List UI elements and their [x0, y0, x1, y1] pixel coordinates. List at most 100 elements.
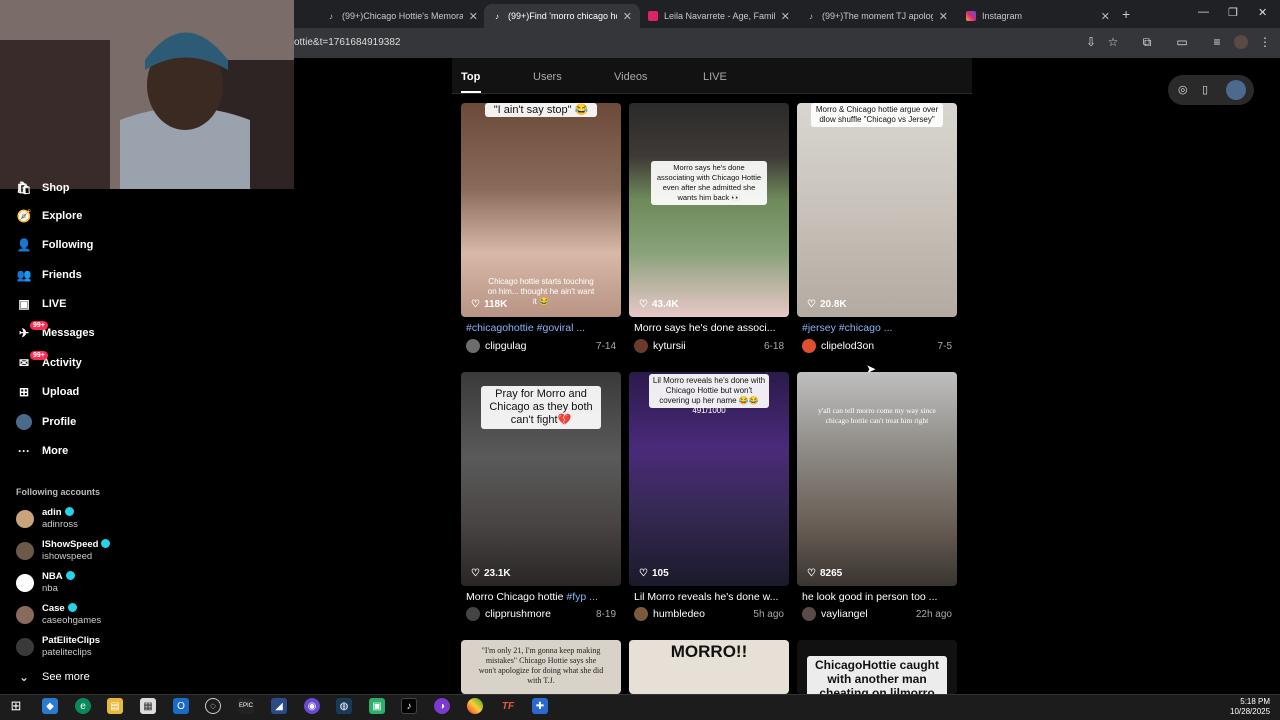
video-title[interactable]: Morro says he's done associ... — [634, 322, 794, 334]
video-meta[interactable]: clipelod3on 7-5 — [797, 338, 957, 354]
browser-tab[interactable]: Leila Navarrete - Age, Family, B✕ — [640, 4, 798, 28]
tab-top[interactable]: Top — [461, 71, 480, 83]
avatar — [802, 607, 816, 621]
browser-tab-active[interactable]: ♪ (99+)Find 'morro chicago hotti ✕ — [484, 4, 640, 28]
browser-tab[interactable]: ♪ (99+)Chicago Hottie's Memora ✕ — [318, 4, 486, 28]
sidebar-item-activity[interactable]: ✉ 99+ Activity — [16, 351, 82, 373]
close-tab-icon[interactable]: ✕ — [469, 10, 478, 23]
system-clock[interactable]: 5:18 PM 10/28/2025 — [1230, 697, 1270, 717]
extensions-icon[interactable]: ⧉ — [1140, 35, 1154, 49]
video-thumbnail[interactable]: Lil Morro reveals he's done with Chicago… — [629, 372, 789, 586]
video-title[interactable]: Lil Morro reveals he's done w... — [634, 591, 794, 603]
like-count: ♡ 43.4K — [639, 299, 679, 310]
globe-avatar-icon[interactable] — [1226, 80, 1246, 100]
following-account[interactable]: PatEliteClips pateliteclips — [16, 633, 100, 661]
app-icon[interactable]: ◢ — [271, 698, 287, 714]
tab-users[interactable]: Users — [533, 71, 562, 83]
video-title[interactable]: #chicagohottie #goviral ... — [466, 322, 626, 334]
video-thumbnail[interactable]: ChicagoHottie caught with another man ch… — [797, 640, 957, 694]
profile-avatar-icon[interactable] — [1234, 35, 1248, 49]
close-tab-icon[interactable]: ✕ — [781, 10, 790, 23]
close-tab-icon[interactable]: ✕ — [623, 10, 632, 23]
video-title[interactable]: he look good in person too ... — [802, 591, 962, 603]
video-meta[interactable]: kytursii 6-18 — [629, 338, 789, 354]
tab-videos[interactable]: Videos — [614, 71, 647, 83]
sidebar-item-messages[interactable]: ✈ 99+ Messages — [16, 321, 95, 343]
close-window-icon[interactable]: ✕ — [1258, 6, 1267, 19]
video-meta[interactable]: humbledeo 5h ago — [629, 606, 789, 622]
video-thumbnail[interactable]: y'all can tell morro come my way since c… — [797, 372, 957, 586]
following-account[interactable]: NBA nba — [16, 569, 75, 597]
install-app-icon[interactable]: ⇩ — [1084, 35, 1098, 49]
copilot-icon[interactable]: ◆ — [42, 698, 58, 714]
bookmark-star-icon[interactable]: ☆ — [1106, 35, 1120, 49]
video-thumbnail[interactable]: Morro says he's done associating with Ch… — [629, 103, 789, 317]
following-account[interactable]: Case caseohgames — [16, 601, 101, 629]
restore-icon[interactable]: ❐ — [1228, 6, 1238, 19]
menu-dots-icon[interactable]: ⋮ — [1258, 35, 1272, 49]
close-tab-icon[interactable]: ✕ — [1101, 10, 1110, 23]
video-title[interactable]: Morro Chicago hottie #fyp ... — [466, 591, 626, 603]
discord-icon[interactable]: ◉ — [304, 698, 320, 714]
following-account[interactable]: IShowSpeed ishowspeed — [16, 537, 111, 565]
instagram-icon — [966, 11, 976, 21]
video-meta[interactable]: clipprushmore 8-19 — [461, 606, 621, 622]
app-icon[interactable]: ✚ — [532, 698, 548, 714]
app-icon[interactable]: ◑ — [434, 698, 450, 714]
minimize-icon[interactable]: — — [1198, 6, 1209, 18]
video-meta[interactable]: vayliangel 22h ago — [797, 606, 957, 622]
compass-icon: 🧭 — [16, 209, 32, 223]
avatar — [16, 542, 34, 560]
sidebar-item-upload[interactable]: ⊞ Upload — [16, 382, 79, 402]
file-explorer-icon[interactable]: ▤ — [107, 698, 123, 714]
activity-icon: ✉ 99+ — [16, 351, 48, 371]
sidebar-item-following[interactable]: 👤 Following — [16, 235, 94, 255]
video-caption: ChicagoHottie caught with another man ch… — [807, 656, 947, 694]
video-thumbnail[interactable]: "I ain't say stop" 😂 Chicago hottie star… — [461, 103, 621, 317]
edge-icon[interactable]: e — [75, 698, 91, 714]
like-count: ♡ 118K — [471, 299, 508, 310]
sidebar-item-explore[interactable]: 🧭 Explore — [16, 206, 83, 226]
avatar — [634, 607, 648, 621]
url-text[interactable]: ottie&t=1761684919382 — [294, 37, 401, 48]
sidebar-item-profile[interactable]: Profile — [16, 412, 76, 432]
video-title[interactable]: #jersey #chicago ... — [802, 322, 962, 334]
video-thumbnail[interactable]: Pray for Morro and Chicago as they both … — [461, 372, 621, 586]
compass-icon[interactable]: ◎ — [1178, 83, 1188, 96]
video-thumbnail[interactable]: Morro & Chicago hottie argue over dlow s… — [797, 103, 957, 317]
app-icon[interactable]: TF — [500, 698, 516, 714]
tiktok-icon[interactable]: ♪ — [401, 698, 417, 714]
following-account[interactable]: adin adinross — [16, 505, 78, 533]
sidebar-item-live[interactable]: ▣ LIVE — [16, 294, 66, 314]
browser-tab[interactable]: Instagram ✕ — [958, 4, 1118, 28]
phone-icon[interactable]: ▯ — [1202, 83, 1208, 96]
media-controls-icon[interactable]: ≡ — [1210, 35, 1224, 49]
video-thumbnail[interactable]: MORRO!! — [629, 640, 789, 694]
windows-start-icon[interactable]: ⊞ — [8, 698, 24, 714]
steam-icon[interactable]: ◍ — [336, 698, 352, 714]
video-meta[interactable]: clipgulag 7-14 — [461, 338, 621, 354]
sidebar-item-more[interactable]: ··· More — [16, 441, 68, 461]
tab-live[interactable]: LIVE — [703, 71, 727, 83]
tiktok-icon: ♪ — [329, 11, 333, 21]
like-count: ♡ 23.1K — [471, 568, 511, 579]
app-icon[interactable]: ◌ — [205, 698, 221, 714]
outlook-icon[interactable]: O — [173, 698, 189, 714]
windows-taskbar — [0, 694, 1280, 720]
app-icon[interactable]: ▣ — [369, 698, 385, 714]
activity-badge: 99+ — [30, 351, 48, 360]
new-tab-icon[interactable]: + — [1122, 6, 1130, 22]
store-icon[interactable]: ▦ — [140, 698, 156, 714]
sidepanel-icon[interactable]: ▭ — [1175, 35, 1189, 49]
browser-tab[interactable]: ♪(99+)The moment TJ apologize✕ — [798, 4, 956, 28]
video-thumbnail[interactable]: "I'm only 21, I'm gonna keep making mist… — [461, 640, 621, 694]
sidebar-item-friends[interactable]: 👥 Friends — [16, 265, 82, 285]
avatar — [16, 574, 34, 592]
chrome-icon[interactable] — [467, 698, 483, 714]
sidebar-item-shop[interactable]: 🛍 Shop — [16, 178, 69, 198]
see-more-link[interactable]: ⌄ See more — [16, 667, 90, 687]
close-tab-icon[interactable]: ✕ — [939, 10, 948, 23]
shop-icon: 🛍 — [16, 181, 32, 195]
epic-games-icon[interactable]: EPIC — [238, 698, 254, 714]
floating-controls: ◎ ▯ — [1168, 75, 1254, 105]
